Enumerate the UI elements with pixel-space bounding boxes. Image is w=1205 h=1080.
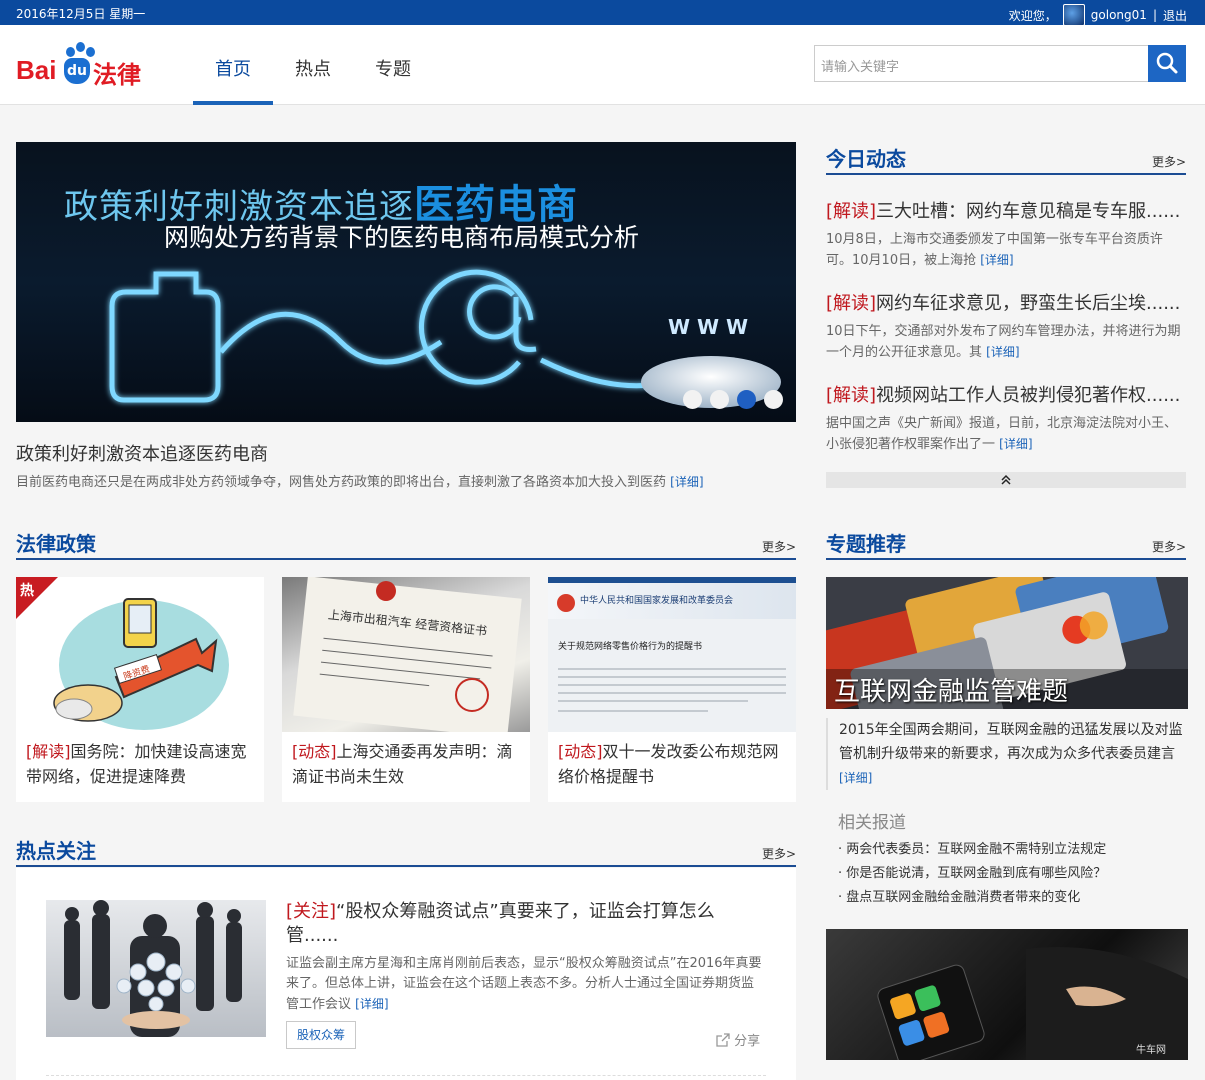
top-bar: 2016年12月5日 星期一 欢迎您， golong01 | 退出 [0, 0, 1205, 26]
equity-crowdfunding-image[interactable] [46, 900, 266, 1037]
card-caption[interactable]: [解读]国务院：加快建设高速宽带网络，促进提速降费 [26, 739, 258, 789]
news-item[interactable]: [解读]网约车征求意见，野蛮生长后尘埃...... 10日下午，交通部对外发布了… [826, 289, 1186, 363]
card-caption[interactable]: [动态]双十一发改委公布规范网络价格提醒书 [558, 739, 790, 789]
more-link[interactable]: 更多> [762, 845, 796, 862]
hot-desc: 证监会副主席方星海和主席肖刚前后表态，显示“股权众筹融资试点”在2016年真要来… [286, 956, 762, 1012]
double-chevron-up-icon [1001, 474, 1011, 485]
detail-link[interactable]: [详细] [355, 997, 388, 1011]
certificate-illustration: 上海市出租汽车 经营资格证书 [293, 576, 522, 739]
logout-link[interactable]: 退出 [1163, 7, 1187, 24]
paw-toe-icon [76, 42, 85, 52]
more-link[interactable]: 更多> [1152, 538, 1186, 555]
detail-link[interactable]: [详细] [980, 253, 1013, 267]
topic-image-credit-cards[interactable]: 互联网金融监管难题 [826, 577, 1188, 709]
news-tag: [解读] [826, 385, 877, 406]
welcome-text: 欢迎您， [1008, 8, 1057, 23]
more-link[interactable]: 更多> [1152, 153, 1186, 170]
topics-header: 专题推荐 更多> [826, 530, 1186, 560]
separator: | [1152, 8, 1157, 22]
related-link[interactable]: · 两会代表委员：互联网金融不需特别立法规定 [838, 838, 1106, 862]
related-link[interactable]: · 你是否能说清，互联网金融到底有哪些风险？ [838, 862, 1106, 886]
policy-card[interactable]: 中华人民共和国国家发展和改革委员会 关于规范网络零售价格行为的提醒书 [动态]双… [548, 577, 796, 802]
policy-card[interactable]: 上海市出租汽车 经营资格证书 [动态]上海交通委再发声明：滴滴证书尚未生效 [282, 576, 530, 802]
section-title: 法律政策 [16, 532, 96, 556]
carousel-banner[interactable]: 政策利好刺激资本追逐医药电商 网购处方药背景下的医药电商布局模式分析 W W W [16, 142, 796, 422]
section-title: 专题推荐 [826, 532, 906, 556]
car-hailing-illustration: 牛车网 [877, 947, 1188, 1060]
logo-bai: Bai [16, 55, 57, 85]
detail-link[interactable]: [详细] [839, 771, 872, 785]
main-nav: 首页 热点 专题 [193, 25, 433, 105]
news-item[interactable]: [解读]三大吐槽：网约车意见稿是专车服...... 10月8日，上海市交通委颁发… [826, 197, 1186, 271]
share-icon [716, 1033, 730, 1047]
related-list: · 两会代表委员：互联网金融不需特别立法规定 · 你是否能说清，互联网金融到底有… [838, 838, 1106, 910]
news-item[interactable]: [解读]视频网站工作人员被判侵犯著作权...... 据中国之声《央广新闻》报道，… [826, 381, 1186, 455]
search-input[interactable]: 请输入关键字 [814, 45, 1149, 82]
related-link[interactable]: · 盘点互联网金融给金融消费者带来的变化 [838, 886, 1106, 910]
avatar[interactable] [1062, 4, 1085, 26]
carousel-dots [683, 390, 783, 409]
carousel-dot-4[interactable] [764, 390, 783, 409]
policy-card[interactable]: 降资费 热 [解读]国务院：加快建设高速宽带网络，促进提速降费 [16, 577, 264, 802]
section-title: 今日动态 [826, 147, 906, 171]
tab-topics[interactable]: 专题 [353, 25, 433, 105]
news-tag: [解读] [826, 293, 877, 314]
username-link[interactable]: golong01 [1091, 8, 1147, 22]
detail-link[interactable]: [详细] [670, 475, 703, 489]
share-label: 分享 [734, 1034, 761, 1049]
lead-title[interactable]: 政策利好刺激资本追逐医药电商 [16, 440, 268, 466]
card-image-text: 中华人民共和国国家发展和改革委员会 [580, 594, 733, 606]
logo-law: 法律 [93, 61, 141, 89]
hot-focus-panel: [关注]“股权众筹融资试点”真要来了，证监会打算怎么管...... 证监会副主席… [16, 868, 796, 1080]
collapse-button[interactable] [826, 472, 1186, 488]
topic-summary: 2015年全国两会期间，互联网金融的迅猛发展以及对监管机制升级带来的新要求，再次… [826, 718, 1186, 790]
carousel-dot-1[interactable] [683, 390, 702, 409]
detail-link[interactable]: [详细] [986, 345, 1019, 359]
divider [46, 1075, 766, 1076]
logo-du: du [64, 58, 90, 84]
news-title[interactable]: 三大吐槽：网约车意见稿是专车服...... [876, 201, 1180, 222]
search-icon [1156, 52, 1178, 74]
hot-focus-header: 热点关注 更多> [16, 837, 796, 867]
news-tag: [解读] [826, 201, 877, 222]
news-title[interactable]: 网约车征求意见，野蛮生长后尘埃...... [876, 293, 1180, 314]
today-header: 今日动态 更多> [826, 145, 1186, 175]
header: Bai du 法律 首页 热点 专题 请输入关键字 [0, 25, 1205, 105]
card-image: 中华人民共和国国家发展和改革委员会 关于规范网络零售价格行为的提醒书 [548, 577, 796, 732]
lead-desc: 目前医药电商还只是在两成非处方药领域争夺，网售处方药政策的即将出台，直接刺激了各… [16, 475, 704, 490]
hot-badge-text: 热 [20, 583, 34, 599]
hot-title[interactable]: [关注]“股权众筹融资试点”真要来了，证监会打算怎么管...... [286, 900, 766, 948]
card-image: 上海市出租汽车 经营资格证书 [282, 576, 530, 739]
tab-home[interactable]: 首页 [193, 25, 273, 105]
topic-chip[interactable]: 股权众筹 [286, 1021, 356, 1049]
more-link[interactable]: 更多> [762, 538, 796, 555]
tab-hot[interactable]: 热点 [273, 25, 353, 105]
www-text: W W W [668, 315, 748, 339]
search-area: 请输入关键字 [814, 45, 1186, 82]
card-image-text: 关于规范网络零售价格行为的提醒书 [558, 640, 702, 652]
topic-image-car-hailing[interactable]: 牛车网 [826, 929, 1188, 1060]
news-title[interactable]: 视频网站工作人员被判侵犯著作权...... [876, 385, 1180, 406]
related-title: 相关报道 [838, 813, 906, 833]
section-title: 热点关注 [16, 839, 96, 863]
businessmen-illustration [64, 900, 242, 1037]
search-button[interactable] [1148, 45, 1186, 82]
current-date: 2016年12月5日 星期一 [16, 7, 146, 21]
ndrc-document-illustration: 中华人民共和国国家发展和改革委员会 关于规范网络零售价格行为的提醒书 [557, 594, 786, 712]
carousel-dot-3[interactable] [737, 390, 756, 409]
card-caption[interactable]: [动态]上海交通委再发声明：滴滴证书尚未生效 [292, 739, 524, 789]
watermark-text: 牛车网 [1136, 1043, 1166, 1056]
law-policy-header: 法律政策 更多> [16, 530, 796, 560]
detail-link[interactable]: [详细] [999, 437, 1032, 451]
baidu-law-logo[interactable]: Bai du 法律 [16, 39, 156, 89]
share-button[interactable]: 分享 [716, 1030, 760, 1049]
paw-toe-icon [66, 47, 75, 57]
banner-illustration: W W W [109, 269, 781, 408]
user-area: 欢迎您， golong01 | 退出 [1009, 4, 1187, 26]
topic-image-caption: 互联网金融监管难题 [834, 677, 1069, 707]
carousel-dot-2[interactable] [710, 390, 729, 409]
